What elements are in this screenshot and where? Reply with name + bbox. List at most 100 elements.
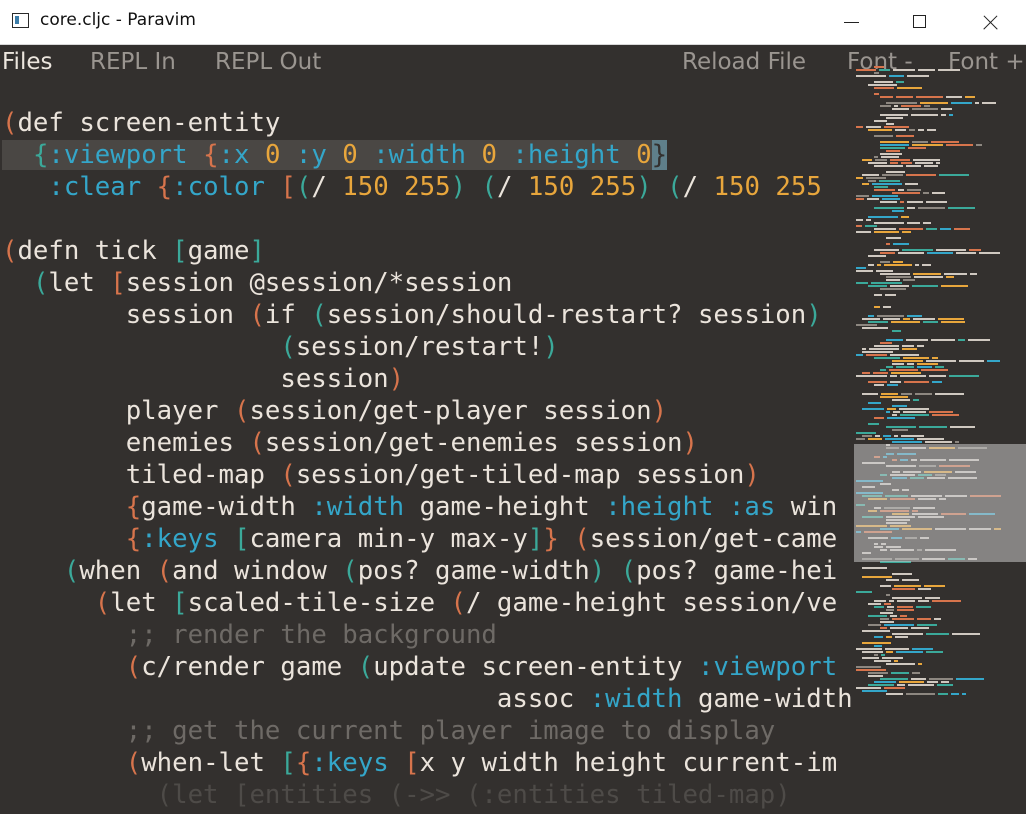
- minimap-line: [874, 189, 895, 191]
- minimap-line: [941, 114, 946, 116]
- code-text[interactable]: (def screen-entity {:viewport {:x 0 :y 0…: [2, 107, 853, 811]
- code-token: }: [543, 524, 559, 554]
- code-line[interactable]: (let [session @session/*session: [2, 268, 512, 298]
- minimize-button[interactable]: [828, 0, 874, 45]
- code-token: ): [543, 332, 559, 362]
- minimap-line: [926, 360, 956, 362]
- code-line[interactable]: (defn tick [game]: [2, 236, 265, 266]
- minimap-line: [880, 273, 910, 275]
- minimap-line: [908, 684, 934, 686]
- minimap-line: [856, 591, 872, 593]
- minimap-line: [941, 108, 952, 110]
- minimap-line: [892, 360, 923, 362]
- minimap-line: [896, 135, 914, 137]
- minimap-line: [912, 141, 928, 143]
- minimap-line: [856, 195, 869, 197]
- minimap-line: [968, 339, 990, 341]
- code-token: x y width height current-im: [419, 748, 838, 778]
- code-line[interactable]: assoc :width game-width: [2, 684, 853, 714]
- code-line[interactable]: session (if (session/should-restart? ses…: [2, 300, 822, 330]
- code-line[interactable]: session): [2, 364, 404, 394]
- minimap-line: [927, 252, 953, 254]
- code-line[interactable]: (def screen-entity: [2, 108, 280, 138]
- minimap-line: [874, 72, 879, 74]
- minimap-line: [886, 411, 890, 413]
- reload-file-button[interactable]: Reload File: [682, 45, 806, 79]
- minimap-line: [912, 285, 938, 287]
- minimap-line: [886, 117, 903, 119]
- code-line[interactable]: :clear {:color [(/ 150 255) (/ 150 255) …: [2, 172, 821, 202]
- minimap-line: [898, 189, 904, 191]
- code-token: ;; render the background: [125, 620, 497, 650]
- minimap-line: [886, 609, 894, 611]
- code-line[interactable]: {:keys [camera min-y max-y]} (session/ge…: [2, 524, 837, 554]
- code-token: camera min-y max-y: [249, 524, 528, 554]
- minimap-line: [896, 366, 914, 368]
- code-token: enemies: [2, 428, 250, 458]
- minimap-line: [884, 126, 909, 128]
- code-token: defn tick: [17, 236, 173, 266]
- code-token: {: [125, 524, 142, 554]
- minimap-line: [886, 276, 911, 278]
- minimap-line: [941, 321, 965, 323]
- minimap-line: [856, 324, 877, 326]
- code-line[interactable]: player (session/get-player session): [2, 396, 667, 426]
- minimap-line: [917, 624, 937, 626]
- close-button[interactable]: [967, 0, 1013, 45]
- minimap[interactable]: [852, 66, 1026, 706]
- minimap-line: [913, 399, 919, 401]
- code-line[interactable]: (session/restart!): [2, 332, 559, 362]
- minimap-line: [941, 681, 949, 683]
- code-line[interactable]: {game-width :width game-height :height :…: [2, 492, 837, 522]
- minimap-line: [923, 222, 931, 224]
- minimap-line: [874, 681, 896, 683]
- minimap-line: [886, 663, 915, 665]
- code-line[interactable]: enemies (session/get-enemies session): [2, 428, 698, 458]
- minimap-line: [868, 684, 894, 686]
- minimap-line: [903, 279, 915, 281]
- minimap-line: [890, 354, 919, 356]
- minimap-line: [887, 417, 915, 419]
- minimap-line: [891, 321, 920, 323]
- minimap-line: [906, 165, 921, 167]
- code-line[interactable]: (let [scaled-tile-size (/ game-height se…: [2, 588, 837, 618]
- minimap-viewport-indicator[interactable]: [854, 444, 1026, 562]
- code-line[interactable]: {:viewport {:x 0 :y 0 :width 0 :height 0…: [2, 140, 668, 170]
- minimap-line: [868, 603, 881, 605]
- minimap-line: [868, 438, 882, 440]
- code-token: [: [234, 524, 250, 554]
- minimap-line: [856, 687, 881, 689]
- code-token: if: [264, 300, 312, 330]
- minimap-line: [948, 207, 975, 209]
- code-line[interactable]: (when-let [{:keys [x y width height curr…: [2, 748, 837, 778]
- minimap-line: [897, 600, 915, 602]
- minimap-line: [868, 162, 887, 164]
- minimap-line: [867, 198, 879, 200]
- code-line[interactable]: tiled-map (session/get-tiled-map session…: [2, 460, 760, 490]
- code-line[interactable]: (c/render game (update screen-entity :vi…: [2, 652, 837, 682]
- repl-in-tab[interactable]: REPL In: [90, 45, 176, 79]
- minimap-line: [902, 579, 919, 581]
- code-token: session @session/*session: [125, 268, 513, 298]
- code-token: pos? game-hei: [636, 556, 838, 586]
- code-token: (: [249, 428, 265, 458]
- minimap-line: [900, 375, 926, 377]
- repl-out-tab[interactable]: REPL Out: [215, 45, 321, 79]
- files-tab[interactable]: Files: [2, 45, 52, 79]
- minimap-line: [899, 408, 929, 410]
- minimap-line: [917, 345, 924, 347]
- minimap-line: [880, 153, 902, 155]
- code-line[interactable]: ;; get the current player image to displ…: [2, 716, 776, 746]
- code-line[interactable]: (when (and window (pos? game-width) (pos…: [2, 556, 837, 586]
- minimap-line: [901, 393, 912, 395]
- code-line[interactable]: ;; render the background: [2, 620, 497, 650]
- minimap-line: [880, 201, 897, 203]
- minimap-line: [901, 105, 921, 107]
- minimap-line: [890, 285, 909, 287]
- maximize-button[interactable]: [897, 0, 943, 45]
- code-line[interactable]: (let [entities (->> (:entities tiled-map…: [2, 780, 791, 810]
- minimap-line: [856, 219, 863, 221]
